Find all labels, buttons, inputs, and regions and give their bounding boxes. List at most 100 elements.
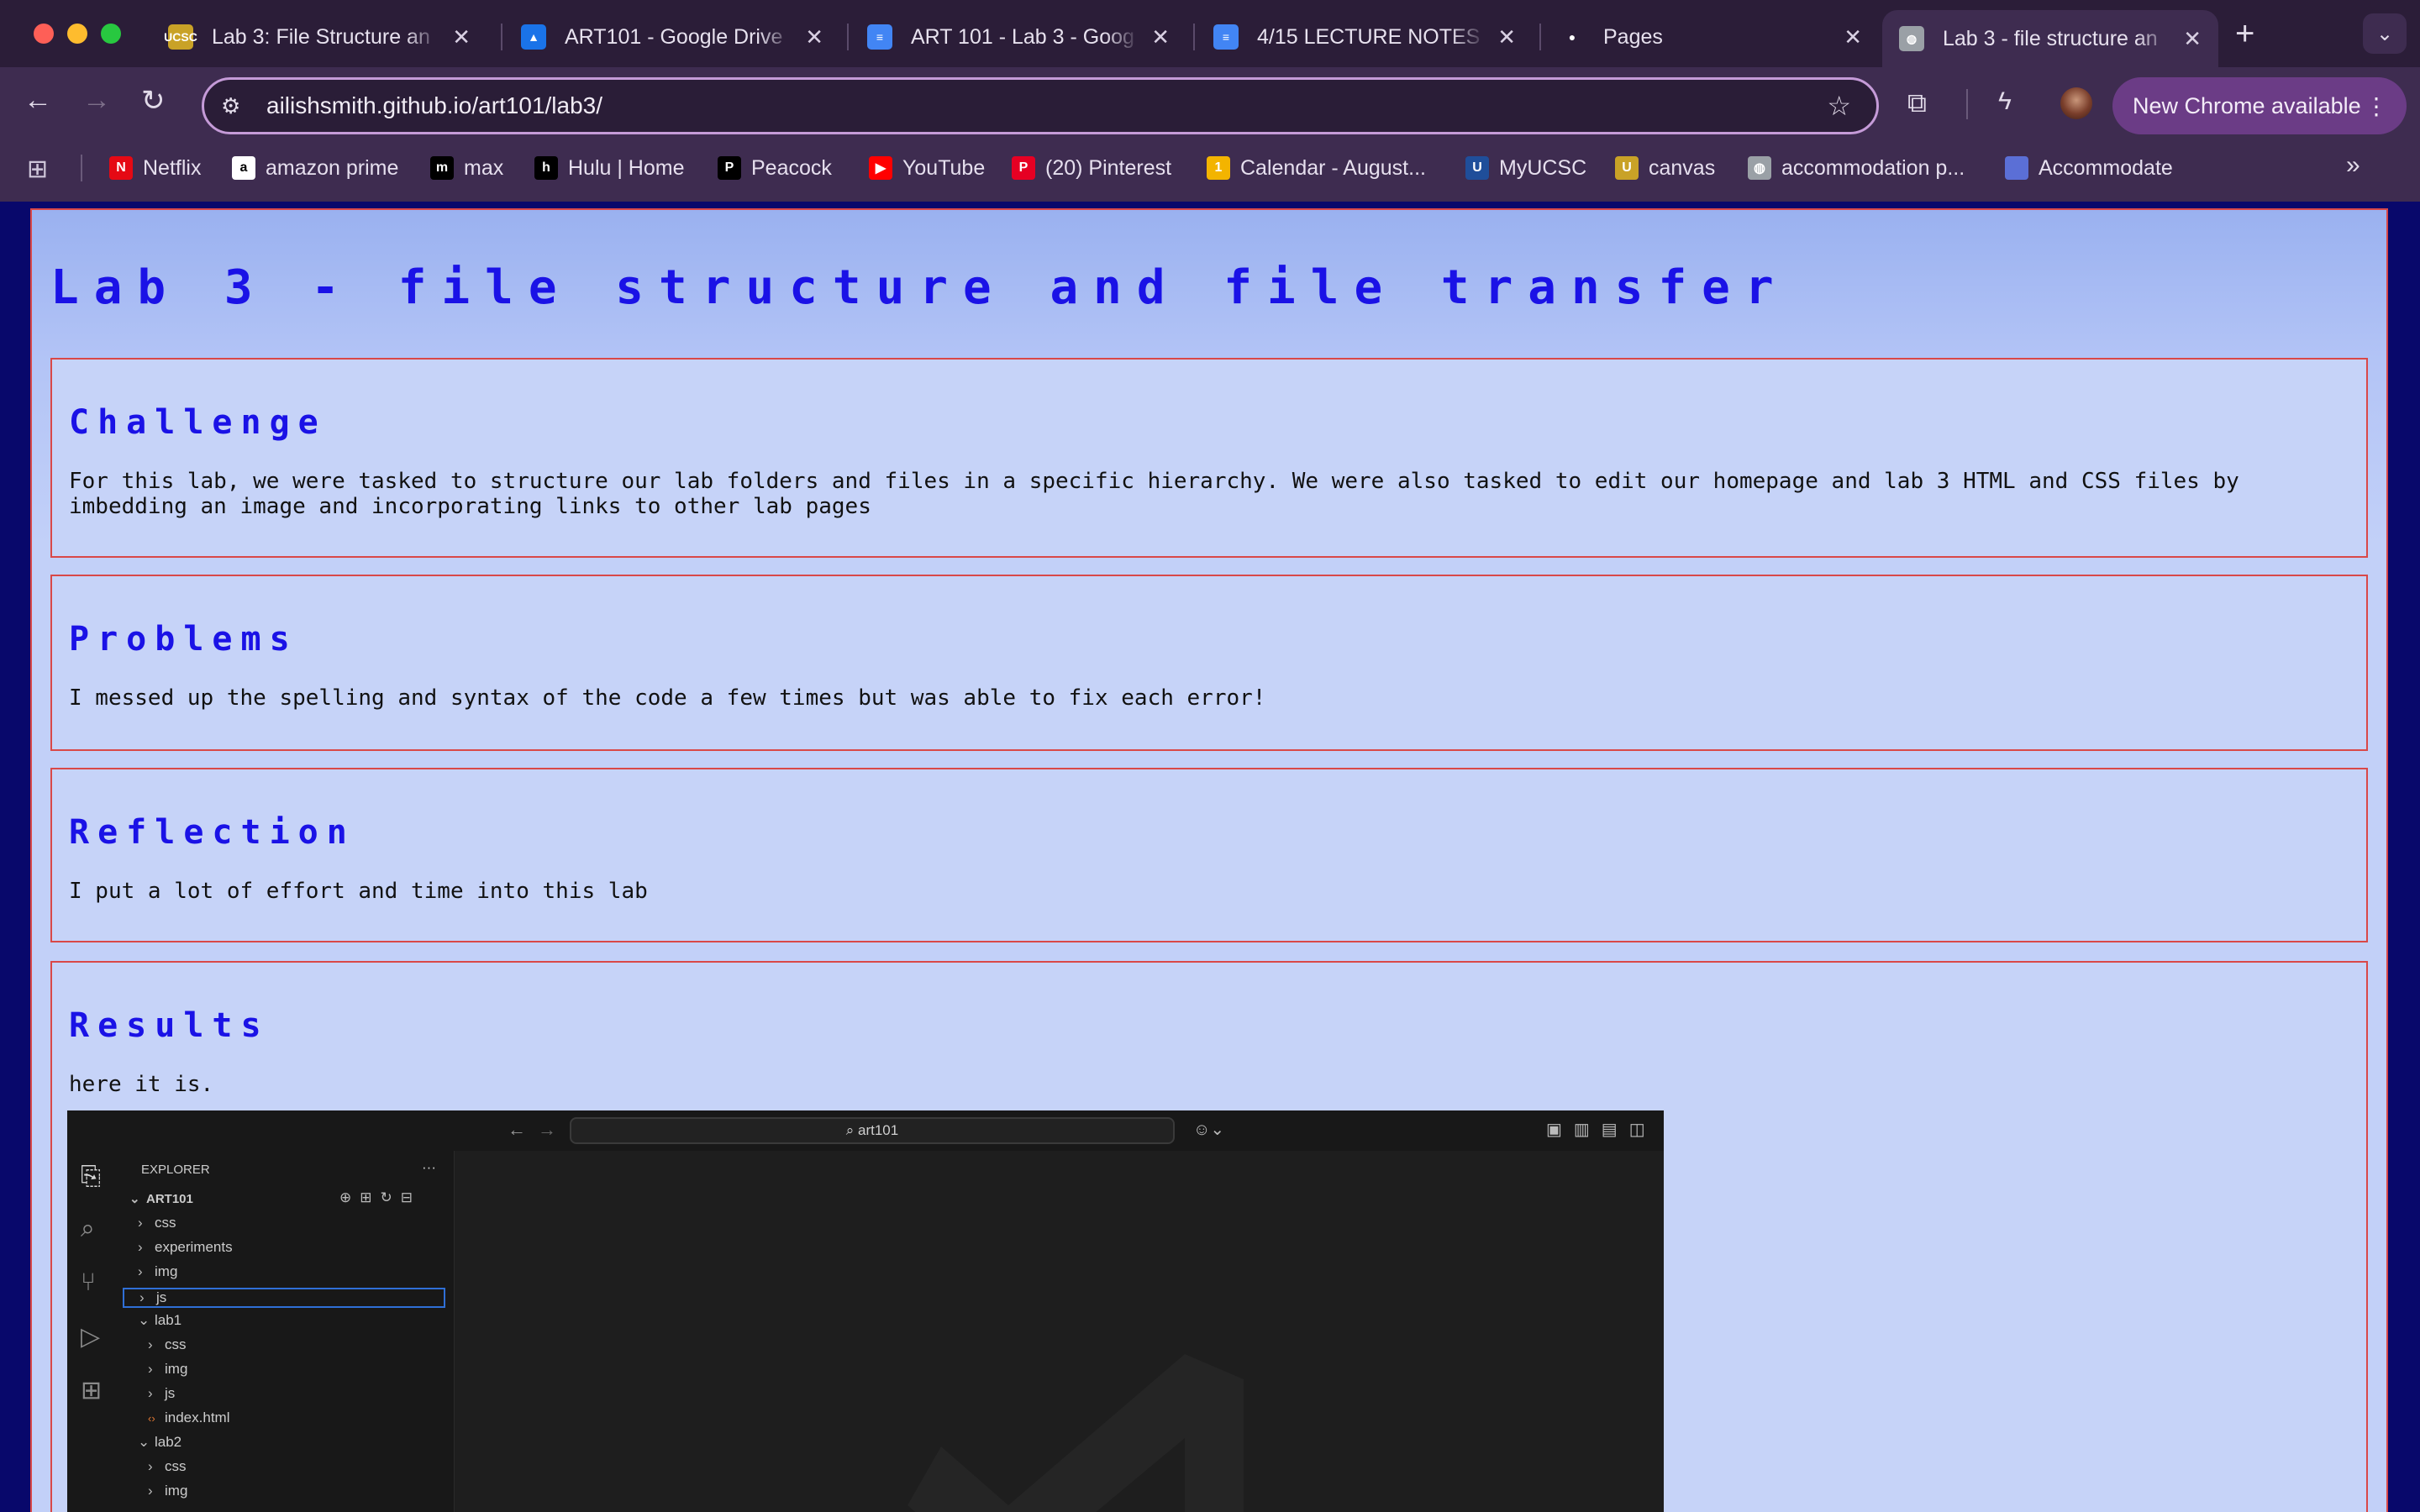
bookmark-item[interactable]: P Peacock	[718, 153, 832, 183]
tree-item-label: experiments	[155, 1239, 233, 1255]
page-title: Lab 3 - file structure and file transfer	[50, 260, 1789, 315]
tab-separator	[1539, 24, 1541, 50]
bookmark-label: amazon prime	[266, 155, 399, 180]
tree-item-label: css	[155, 1215, 176, 1231]
ucsc-favicon: UCSC	[164, 24, 197, 50]
globe-icon: ◍	[1748, 156, 1771, 180]
bookmark-item[interactable]: ▶ YouTube	[869, 153, 985, 183]
hulu-icon: h	[534, 156, 558, 180]
performance-icon[interactable]: ϟ	[1998, 87, 2012, 116]
site-info-icon[interactable]: ⚙	[221, 93, 240, 119]
bookmark-item[interactable]: Ucanvas	[1615, 153, 1715, 183]
tab-close-icon[interactable]: ✕	[805, 24, 823, 50]
tab-title: 4/15 LECTURE NOTES -	[1257, 24, 1486, 49]
bookmark-item[interactable]: a amazon prime	[232, 153, 398, 183]
page-viewport: Lab 3 - file structure and file transfer…	[0, 202, 2420, 1512]
maximize-window-button[interactable]	[101, 24, 121, 44]
amazon-icon: a	[232, 156, 255, 180]
globe-icon: ◍	[1899, 26, 1924, 51]
bookmark-item[interactable]: 1 Calendar - August...	[1207, 153, 1426, 183]
browser-tab[interactable]: ▲ ART101 - Google Drive ✕	[504, 10, 840, 64]
results-screenshot-image: ← → ⌕ art101 ☺⌄ ▣▥▤◫ ⎘ ⌕ ⑂ ▷ ⊞ EXPLORER …	[67, 1110, 1664, 1512]
chevron-right-icon: ›	[139, 1289, 145, 1305]
browser-tab[interactable]: ◍ Lab 3 - file structure an ✕	[1882, 10, 2218, 67]
bookmark-item[interactable]: m max	[430, 153, 503, 183]
tab-close-icon[interactable]: ✕	[1497, 24, 1516, 50]
url-text: ailishsmith.github.io/art101/lab3/	[266, 92, 603, 118]
folder-item: › img	[138, 1263, 177, 1280]
tab-close-icon[interactable]: ✕	[1844, 24, 1862, 50]
youtube-icon: ▶	[869, 156, 892, 180]
profile-avatar[interactable]	[2060, 87, 2092, 119]
forward-button[interactable]: →	[82, 84, 111, 117]
bookmark-item[interactable]: ◍ accommodation p...	[1748, 153, 1965, 183]
explorer-files-icon: ⎘	[81, 1163, 101, 1190]
tree-item-label: js	[165, 1385, 176, 1401]
tab-close-icon[interactable]: ✕	[2183, 26, 2202, 52]
problems-section: Problems I messed up the spelling and sy…	[50, 575, 2368, 751]
tab-close-icon[interactable]: ✕	[1151, 24, 1170, 50]
challenge-section: Challenge For this lab, we were tasked t…	[50, 358, 2368, 558]
tab-close-icon[interactable]: ✕	[452, 24, 471, 50]
extensions-icon[interactable]: ⧉	[1907, 87, 1927, 119]
tree-item-label: index.html	[165, 1410, 230, 1425]
bookmark-label: Peacock	[751, 155, 832, 180]
extensions-icon: ⊞	[81, 1377, 103, 1404]
bookmark-label: (20) Pinterest	[1045, 155, 1172, 180]
bookmark-star-icon[interactable]: ☆	[1827, 90, 1851, 122]
explorer-sidebar: EXPLORER ··· ⌄ ART101 ⊕⊞↻⊟ › css › experimen…	[121, 1151, 455, 1512]
folder-item: › css	[148, 1336, 187, 1353]
bookmark-item[interactable]: P (20) Pinterest	[1012, 153, 1171, 183]
apps-grid-icon[interactable]: ⊞	[27, 155, 48, 184]
browser-tab[interactable]: UCSC Lab 3: File Structure an ✕	[151, 10, 487, 64]
chevron-down-icon: ⌄	[138, 1312, 150, 1328]
bookmark-item[interactable]: h Hulu | Home	[534, 153, 685, 183]
reload-button[interactable]: ↻	[141, 84, 166, 118]
minimize-window-button[interactable]	[67, 24, 87, 44]
bookmark-label: accommodation p...	[1781, 155, 1965, 180]
bookmark-item[interactable]: U MyUCSC	[1465, 153, 1586, 183]
tab-title: ART 101 - Lab 3 - Goog	[911, 24, 1134, 49]
bookmarks-divider	[81, 155, 82, 181]
section-heading: Reflection	[69, 813, 355, 852]
more-bookmarks-icon[interactable]: »	[2346, 151, 2360, 180]
browser-tab[interactable]: ≡ 4/15 LECTURE NOTES - ✕	[1197, 10, 1533, 64]
file-item: ‹› index.html	[148, 1410, 229, 1426]
address-bar[interactable]: ⚙ ailishsmith.github.io/art101/lab3/ ☆	[202, 77, 1879, 134]
bookmark-label: MyUCSC	[1499, 155, 1587, 180]
new-chrome-button[interactable]: New Chrome available ⋮	[2112, 77, 2407, 134]
tree-item-label: js	[156, 1289, 167, 1305]
bookmark-item[interactable]: N Netflix	[109, 153, 201, 183]
tree-item-label: lab1	[155, 1312, 182, 1328]
command-center-search: ⌕ art101	[570, 1117, 1175, 1144]
copilot-icon: ☺⌄	[1193, 1121, 1225, 1139]
folder-item: ⌄ lab2	[138, 1434, 182, 1451]
browser-tab[interactable]: ● Pages ✕	[1543, 10, 1879, 64]
source-control-icon: ⑂	[81, 1268, 96, 1296]
chevron-right-icon: ›	[138, 1239, 143, 1255]
folder-item: › js	[123, 1288, 445, 1308]
bookmark-label: YouTube	[902, 155, 986, 180]
layout-controls-icons: ▣▥▤◫	[1546, 1121, 1657, 1139]
bookmark-item[interactable]: Accommodate	[2005, 153, 2173, 183]
browser-tab[interactable]: ≡ ART 101 - Lab 3 - Goog ✕	[850, 10, 1186, 64]
chevron-right-icon: ›	[148, 1458, 153, 1474]
back-button[interactable]: ←	[24, 84, 52, 117]
tree-item-label: css	[165, 1336, 187, 1352]
pinterest-icon: P	[1012, 156, 1035, 180]
tab-separator	[501, 24, 502, 50]
search-icon: ⌕	[81, 1215, 95, 1242]
tree-item-label: img	[165, 1483, 188, 1499]
bookmark-label: canvas	[1649, 155, 1716, 180]
vscode-titlebar: ← → ⌕ art101 ☺⌄ ▣▥▤◫	[67, 1110, 1664, 1151]
new-tab-button[interactable]: +	[2235, 15, 2254, 53]
chevron-down-icon: ⌄	[138, 1434, 150, 1450]
tab-search-button[interactable]: ⌄	[2363, 13, 2407, 54]
folder-item: › img	[148, 1361, 187, 1378]
run-debug-icon: ▷	[81, 1323, 101, 1351]
close-window-button[interactable]	[34, 24, 54, 44]
max-icon: m	[430, 156, 454, 180]
tree-item-label: img	[155, 1263, 178, 1279]
tab-strip: UCSC Lab 3: File Structure an ✕ ▲ ART101 - G…	[0, 0, 2420, 67]
section-body: For this lab, we were tasked to structur…	[69, 469, 2239, 519]
